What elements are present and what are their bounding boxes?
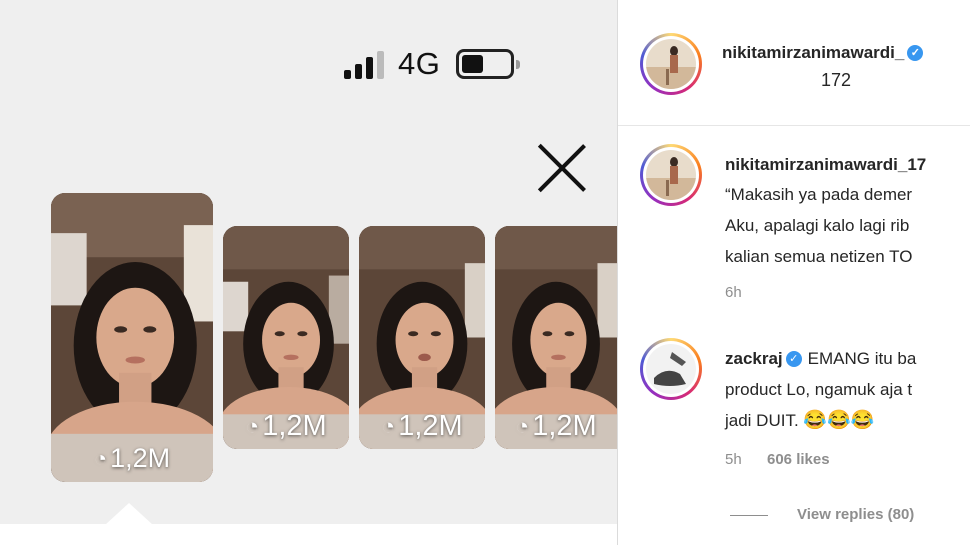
view-count: ◔ 1,2M: [495, 410, 617, 443]
view-replies-button[interactable]: View replies (80): [797, 506, 914, 523]
comment-text-line: “Makasih ya pada demer: [725, 185, 913, 204]
avatar[interactable]: [640, 33, 702, 95]
avatar[interactable]: [640, 338, 702, 400]
header-username[interactable]: nikitamirzanimawardi_ ✓: [722, 43, 924, 63]
story-thumbnail[interactable]: ◔ 1,2M: [51, 193, 213, 482]
view-count: ◔ 1,2M: [359, 410, 485, 443]
view-count-label: 1,2M: [110, 443, 171, 473]
network-label: 4G: [398, 46, 441, 81]
comment-text: EMANG itu ba: [807, 349, 917, 368]
selfie-image: [51, 193, 213, 482]
story-viewer-screenshot: 4G ◔ 1,2M ◔ 1,2M ◔ 1,2M ◔ 1,2M: [0, 0, 617, 545]
verified-badge-icon: ✓: [907, 45, 924, 61]
comment-text-line: product Lo, ngamuk aja t: [725, 380, 913, 399]
comments-panel: nikitamirzanimawardi_ ✓ 172 nikitamirzani…: [617, 0, 970, 545]
avatar-image: [646, 344, 696, 394]
laughing-emoji-icon: 😂😂😂: [803, 410, 875, 431]
status-bar: 4G: [344, 46, 521, 82]
comment-text-line: jadi DUIT. 😂😂😂: [725, 410, 875, 431]
signal-icon: [344, 49, 384, 79]
view-count: ◔ 1,2M: [223, 410, 349, 443]
comment-text-line: Aku, apalagi kalo lagi rib: [725, 216, 910, 235]
comment-likes[interactable]: 606 likes: [767, 451, 830, 468]
eye-icon: ◔: [93, 445, 108, 471]
comment-username[interactable]: nikitamirzanimawardi_17: [725, 155, 926, 175]
story-thumbnail[interactable]: ◔ 1,2M: [359, 226, 485, 449]
story-thumbnail[interactable]: ◔ 1,2M: [223, 226, 349, 449]
view-count-label: 1,2M: [398, 410, 463, 442]
bottom-sheet: [0, 524, 617, 545]
comment-username[interactable]: zackraj: [725, 349, 783, 368]
header-username-line2: 172: [821, 70, 852, 90]
story-thumbnail[interactable]: ◔ 1,2M: [495, 226, 617, 449]
comment-text-line: kalian semua netizen TO: [725, 247, 913, 266]
selection-pointer: [105, 503, 153, 525]
battery-icon: [456, 49, 521, 79]
comment-first-line: zackraj ✓ EMANG itu ba: [725, 343, 916, 374]
comment-time[interactable]: 5h: [725, 451, 742, 468]
avatar-image: [646, 150, 696, 200]
eye-icon: ◔: [245, 413, 260, 439]
post-header: nikitamirzanimawardi_ ✓ 172: [618, 0, 970, 126]
avatar[interactable]: [640, 144, 702, 206]
replies-divider: [730, 515, 768, 516]
eye-icon: ◔: [515, 413, 530, 439]
eye-icon: ◔: [381, 413, 396, 439]
close-icon[interactable]: [536, 142, 588, 194]
view-count-label: 1,2M: [262, 410, 327, 442]
verified-badge-icon: ✓: [785, 351, 802, 367]
avatar-image: [646, 39, 696, 89]
view-count: ◔ 1,2M: [51, 443, 213, 474]
comment-time[interactable]: 6h: [725, 284, 742, 301]
view-count-label: 1,2M: [532, 410, 597, 442]
